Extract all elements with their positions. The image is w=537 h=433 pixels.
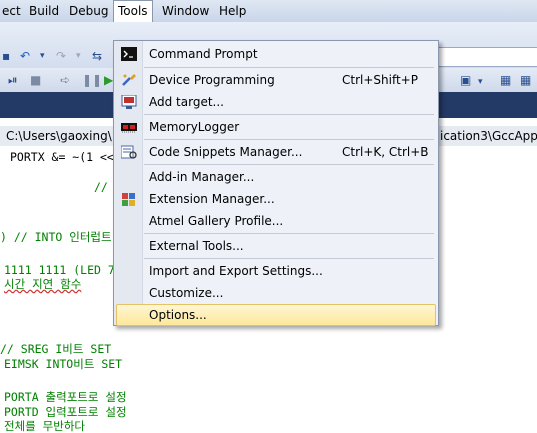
pause-icon[interactable]: ❚❚ (82, 72, 102, 88)
menu-item-add-target[interactable]: Add target... (116, 91, 436, 113)
code-line: ) // INTO 인터럽트 (0, 230, 112, 244)
menu-debug[interactable]: Debug (67, 0, 110, 22)
menu-item-label: External Tools... (149, 239, 244, 253)
menu-separator (144, 258, 434, 259)
step-into-icon[interactable]: ➪ (60, 72, 70, 88)
menu-bar: ect Build Debug Tools Window Help (0, 0, 537, 23)
step-icon[interactable]: ⏯ (8, 72, 18, 88)
menu-item-options[interactable]: Options... (116, 304, 436, 326)
code-line: 시간 지연 함수 (4, 277, 82, 291)
menu-separator (144, 139, 434, 140)
code-line: PORTA 출력포트로 설정 (4, 390, 127, 404)
code-line: PORTX &= ~(1 << (10, 150, 114, 164)
code-snippets-icon (120, 145, 137, 159)
menu-separator (144, 233, 434, 234)
redo-icon[interactable]: ↷ (56, 48, 66, 64)
menu-item-label: Code Snippets Manager... (149, 145, 303, 159)
menu-item-extension-manager[interactable]: Extension Manager... (116, 188, 436, 210)
menu-separator (144, 164, 434, 165)
menu-item-atmel-gallery-profile[interactable]: Atmel Gallery Profile... (116, 210, 436, 232)
menu-item-label: Extension Manager... (149, 192, 275, 206)
menu-item-label: Add-in Manager... (149, 170, 255, 184)
menu-item-import-export-settings[interactable]: Import and Export Settings... (116, 260, 436, 282)
code-line: // (94, 180, 108, 194)
menu-item-label: MemoryLogger (149, 120, 240, 134)
code-line: // SREG I비트 SET (0, 342, 112, 356)
memory-logger-icon (121, 120, 137, 134)
menu-item-external-tools[interactable]: External Tools... (116, 235, 436, 257)
menu-tools[interactable]: Tools (113, 0, 153, 22)
tools-dropdown-menu: Command Prompt Device Programming Ctrl+S… (113, 40, 439, 326)
menu-item-add-in-manager[interactable]: Add-in Manager... (116, 166, 436, 188)
toolbar-icon-a[interactable]: ▣ (460, 72, 471, 88)
menu-item-memory-logger[interactable]: MemoryLogger (116, 116, 436, 138)
code-line: EIMSK INTO비트 SET (4, 357, 123, 371)
toolbar-search-combo[interactable] (422, 47, 537, 67)
run-icon[interactable]: ▶ (104, 72, 113, 88)
code-line: 1111 1111 (LED 7 (4, 263, 115, 277)
undo-dropdown-icon[interactable]: ▾ (40, 48, 45, 64)
menu-item-label: Add target... (149, 95, 224, 109)
menu-item-label: Command Prompt (149, 47, 258, 61)
file-path-right: ication3\GccApplic (440, 129, 537, 143)
menu-item-label: Customize... (149, 286, 224, 300)
menu-separator (144, 67, 434, 68)
menu-build[interactable]: Build (27, 0, 61, 22)
extension-manager-icon (121, 192, 137, 206)
menu-help[interactable]: Help (217, 0, 248, 22)
menu-item-shortcut: Ctrl+Shift+P (342, 73, 418, 87)
device-programming-icon (121, 73, 137, 87)
add-target-icon (121, 94, 137, 109)
stop-icon[interactable]: ■ (30, 72, 41, 88)
menu-item-code-snippets-manager[interactable]: Code Snippets Manager... Ctrl+K, Ctrl+B (116, 141, 436, 163)
command-prompt-icon (121, 47, 137, 61)
menu-item-customize[interactable]: Customize... (116, 282, 436, 304)
menu-project[interactable]: ect (0, 0, 23, 22)
code-line: PORTD 입력포트로 설정 (4, 405, 127, 419)
menu-item-command-prompt[interactable]: Command Prompt (116, 43, 436, 65)
code-line: 전체를 무반하다 (4, 419, 85, 433)
menu-separator (144, 114, 434, 115)
menu-item-label: Device Programming (149, 73, 275, 87)
redo-dropdown-icon[interactable]: ▾ (76, 48, 81, 64)
menu-item-device-programming[interactable]: Device Programming Ctrl+Shift+P (116, 69, 436, 91)
undo-icon[interactable]: ↶ (20, 48, 30, 64)
menu-item-label: Import and Export Settings... (149, 264, 323, 278)
menu-item-shortcut: Ctrl+K, Ctrl+B (342, 145, 429, 159)
paste-icon[interactable]: ▪ (2, 48, 10, 64)
toolbar-icon-b[interactable]: ▦ (500, 72, 511, 88)
file-path-left: C:\Users\gaoxing\ (6, 129, 112, 143)
menu-item-label: Atmel Gallery Profile... (149, 214, 284, 228)
menu-item-label: Options... (149, 308, 207, 322)
menu-window[interactable]: Window (160, 0, 211, 22)
toolbar-icon-c[interactable]: ▦ (520, 72, 531, 88)
toolbar-dropdown-icon[interactable]: ▾ (478, 74, 483, 90)
navigate-icon[interactable]: ⇆ (92, 48, 102, 64)
